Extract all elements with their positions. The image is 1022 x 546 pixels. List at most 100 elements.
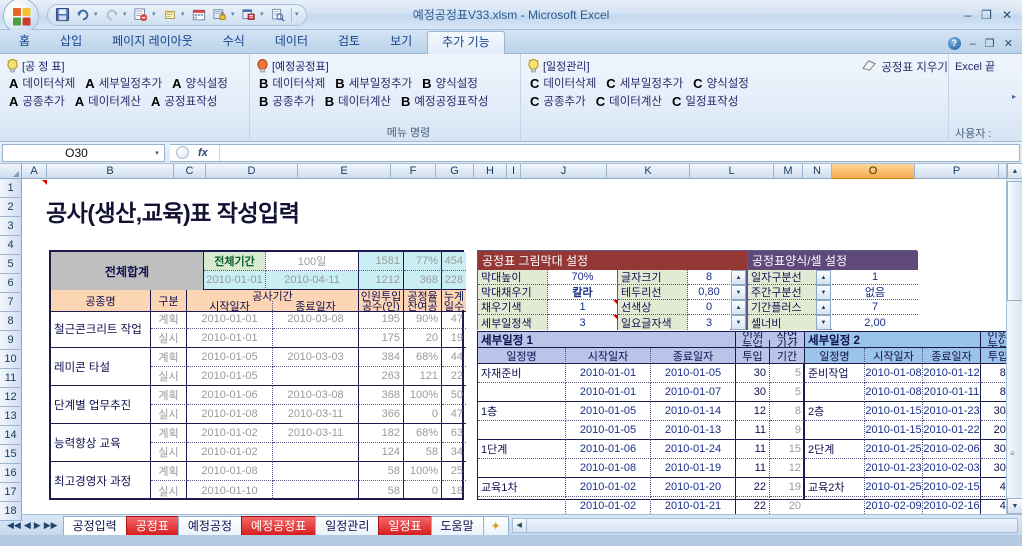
btn-a-add-detail-schedule[interactable]: A 세부일정추가 bbox=[82, 74, 169, 92]
column-header-j[interactable]: J bbox=[521, 164, 607, 179]
column-header-i[interactable]: I bbox=[507, 164, 521, 179]
ribbon-tab-bar[interactable]: 홈 삽입 페이지 레이아웃 수식 데이터 검토 보기 추가 기능 ? – ❐ ✕ bbox=[0, 30, 1022, 54]
tab-review[interactable]: 검토 bbox=[323, 30, 375, 53]
window-minimize-button[interactable]: – bbox=[964, 9, 971, 21]
row-header-17[interactable]: 17 bbox=[0, 483, 22, 502]
window-restore-button[interactable]: ❐ bbox=[981, 9, 992, 21]
nav-first-sheet-icon[interactable]: ◀◀ bbox=[7, 520, 21, 531]
cell-setting-value-3[interactable]: 2,00 bbox=[832, 315, 918, 330]
select-all-corner[interactable] bbox=[0, 164, 22, 179]
column-header-h[interactable]: H bbox=[474, 164, 507, 179]
tab-insert[interactable]: 삽입 bbox=[45, 30, 97, 53]
sheet-tab-iljeongpyo[interactable]: 일정표 bbox=[378, 515, 432, 535]
office-button[interactable] bbox=[3, 0, 39, 34]
btn-b-create-planned-chart[interactable]: B 예정공정표작성 bbox=[398, 92, 495, 110]
column-header-o[interactable]: O bbox=[832, 164, 915, 179]
btn-a-add-worktype[interactable]: A 공종추가 bbox=[6, 92, 72, 110]
column-header-d[interactable]: D bbox=[206, 164, 298, 179]
formula-input-zone[interactable]: fx bbox=[170, 143, 1020, 162]
column-header-b[interactable]: B bbox=[47, 164, 174, 179]
btn-a-data-delete[interactable]: A 데이터삭제 bbox=[6, 74, 82, 92]
column-header-n[interactable]: N bbox=[803, 164, 832, 179]
row-header-3[interactable]: 3 bbox=[0, 217, 22, 236]
vertical-scrollbar[interactable]: ▲ ≡ ▼ bbox=[1006, 163, 1022, 514]
ribbon-minimize-button[interactable]: – bbox=[970, 38, 976, 50]
bar-setting-value-2[interactable]: 1 bbox=[548, 300, 618, 315]
name-box[interactable]: O30 ▾ bbox=[2, 143, 165, 162]
fx-icon[interactable]: fx bbox=[193, 147, 213, 159]
sheet-canvas[interactable]: A B C D E F G H I J K L M N O P Q R 공사(생… bbox=[22, 164, 1022, 514]
window-close-button[interactable]: ✕ bbox=[1002, 9, 1012, 21]
vertical-scroll-thumb[interactable] bbox=[1007, 181, 1022, 301]
spinner-up-linecolor[interactable]: ▲ bbox=[731, 300, 746, 315]
column-header-m[interactable]: M bbox=[774, 164, 803, 179]
spinner-up-fontsize[interactable]: ▲ bbox=[731, 270, 746, 285]
row-header-16[interactable]: 16 bbox=[0, 464, 22, 483]
row-header-11[interactable]: 11 bbox=[0, 369, 22, 388]
column-header-e[interactable]: E bbox=[298, 164, 391, 179]
spellcheck-dropdown-icon[interactable]: ▾ bbox=[152, 11, 159, 18]
cell-setting-value-2[interactable]: 7 bbox=[832, 300, 918, 315]
btn-b-calculate-data[interactable]: B 데이터계산 bbox=[322, 92, 398, 110]
undo-icon[interactable] bbox=[73, 6, 93, 24]
print-preview-icon[interactable] bbox=[268, 6, 288, 24]
new-comment-dropdown-icon[interactable]: ▾ bbox=[181, 11, 188, 18]
spinner-down-cellwidth[interactable]: ▼ bbox=[816, 315, 831, 330]
tab-formulas[interactable]: 수식 bbox=[208, 30, 260, 53]
bar-setting-value2-0[interactable]: 8 bbox=[688, 270, 730, 285]
bar-setting-value2-3[interactable]: 3 bbox=[688, 315, 730, 330]
btn-c-create-schedule-table[interactable]: C 일정표작성 bbox=[669, 92, 745, 110]
bar-setting-value2-2[interactable]: 0 bbox=[688, 300, 730, 315]
bar-setting-value2-1[interactable]: 0,80 bbox=[688, 285, 730, 300]
spinner-up-periodplus[interactable]: ▲ bbox=[816, 300, 831, 315]
nav-prev-sheet-icon[interactable]: ◀ bbox=[24, 520, 31, 531]
scroll-down-button[interactable]: ▼ bbox=[1007, 498, 1022, 514]
sheet-tab-gongjeongpyo[interactable]: 공정표 bbox=[125, 515, 179, 535]
name-box-dropdown-icon[interactable]: ▾ bbox=[150, 149, 164, 157]
row-header-5[interactable]: 5 bbox=[0, 255, 22, 274]
btn-a-format-settings[interactable]: A 양식설정 bbox=[169, 74, 235, 92]
nav-next-sheet-icon[interactable]: ▶ bbox=[34, 520, 41, 531]
macro-icon[interactable] bbox=[239, 6, 259, 24]
spellcheck-icon[interactable] bbox=[131, 6, 151, 24]
row-header-13[interactable]: 13 bbox=[0, 407, 22, 426]
btn-c-calculate-data[interactable]: C 데이터계산 bbox=[593, 92, 669, 110]
macro-dropdown-icon[interactable]: ▾ bbox=[260, 11, 267, 18]
expand-arrow-icon[interactable]: ▸ bbox=[1012, 92, 1016, 101]
horizontal-scrollbar[interactable]: ◀ bbox=[511, 517, 1018, 533]
redo-icon[interactable] bbox=[102, 6, 122, 24]
tab-add-ins[interactable]: 추가 기능 bbox=[427, 31, 505, 54]
nav-last-sheet-icon[interactable]: ▶▶ bbox=[44, 520, 58, 531]
spinner-down-weekline[interactable]: ▼ bbox=[816, 285, 831, 300]
new-comment-icon[interactable] bbox=[160, 6, 180, 24]
spinner-up-dateline[interactable]: ▲ bbox=[816, 270, 831, 285]
sheet-tab-iljeong-gwanri[interactable]: 일정관리 bbox=[315, 515, 380, 535]
bar-setting-value-0[interactable]: 70% bbox=[548, 270, 618, 285]
insert-worksheet-button[interactable]: ✦ bbox=[482, 515, 509, 535]
row-header-6[interactable]: 6 bbox=[0, 274, 22, 293]
ribbon-close-button[interactable]: ✕ bbox=[1004, 37, 1013, 50]
scroll-grip-icon[interactable]: ≡ bbox=[1010, 449, 1015, 458]
bar-setting-value-1[interactable]: 칼라 bbox=[548, 285, 618, 300]
row-header-8[interactable]: 8 bbox=[0, 312, 22, 331]
spinner-down-sundaycolor[interactable]: ▼ bbox=[731, 315, 746, 330]
protect-dropdown-icon[interactable]: ▾ bbox=[231, 11, 238, 18]
spinner-down-borderline[interactable]: ▼ bbox=[731, 285, 746, 300]
redo-dropdown-icon[interactable]: ▾ bbox=[123, 11, 130, 18]
tab-data[interactable]: 데이터 bbox=[260, 30, 323, 53]
sheet-nav-buttons[interactable]: ◀◀ ◀ ▶ ▶▶ bbox=[2, 520, 63, 531]
row-header-9[interactable]: 9 bbox=[0, 331, 22, 350]
scroll-up-button[interactable]: ▲ bbox=[1007, 163, 1022, 179]
cell-setting-value-1[interactable]: 없음 bbox=[832, 285, 918, 300]
btn-a-create-chart[interactable]: A 공정표작성 bbox=[148, 92, 224, 110]
column-header-k[interactable]: K bbox=[607, 164, 690, 179]
sheet-tab-bar[interactable]: ◀◀ ◀ ▶ ▶▶ 공정입력 공정표 예정공정 예정공정표 일정관리 일정표 도… bbox=[0, 514, 1022, 535]
btn-b-add-detail-schedule[interactable]: B 세부일정추가 bbox=[332, 74, 419, 92]
row-header-1[interactable]: 1 bbox=[0, 179, 22, 198]
tab-home[interactable]: 홈 bbox=[4, 30, 45, 53]
sheet-tab-yejeong-gongjeongpyo[interactable]: 예정공정표 bbox=[241, 515, 317, 535]
protect-icon[interactable] bbox=[210, 6, 230, 24]
cell-setting-value-0[interactable]: 1 bbox=[832, 270, 918, 285]
row-header-12[interactable]: 12 bbox=[0, 388, 22, 407]
hscroll-left-button[interactable]: ◀ bbox=[512, 518, 527, 532]
